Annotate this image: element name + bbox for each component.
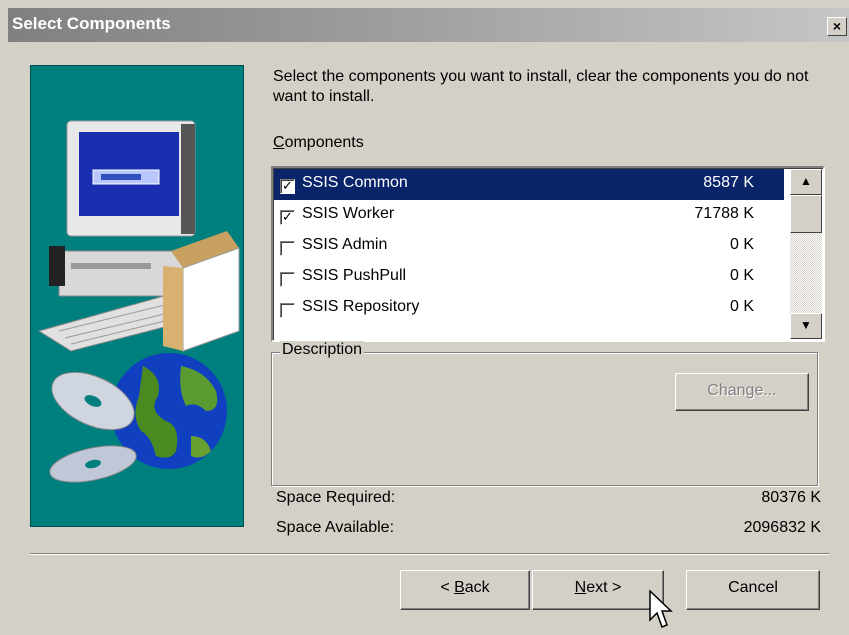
space-available-row: Space Available: 2096832 K xyxy=(276,519,821,537)
components-scrollbar[interactable]: ▲ ▼ xyxy=(790,169,822,339)
mouse-pointer-icon xyxy=(649,590,673,628)
change-button[interactable]: Change... xyxy=(675,373,809,411)
cancel-button[interactable]: Cancel xyxy=(686,570,820,610)
component-checkbox[interactable] xyxy=(280,272,295,287)
component-row[interactable]: SSIS Admin 0 K xyxy=(274,231,784,262)
dialog-title: Select Components xyxy=(12,14,171,33)
space-available-label: Space Available: xyxy=(276,519,395,536)
next-button[interactable]: Next > xyxy=(532,570,664,610)
description-legend: Description xyxy=(280,341,365,359)
close-button[interactable]: × xyxy=(827,17,847,36)
component-size: 0 K xyxy=(729,267,754,284)
separator-line xyxy=(30,553,829,555)
back-button[interactable]: < Back xyxy=(400,570,530,610)
component-size: 8587 K xyxy=(703,174,754,191)
component-row[interactable]: ✓ SSIS Worker 71788 K xyxy=(274,200,784,231)
component-checkbox[interactable] xyxy=(280,241,295,256)
setup-illustration xyxy=(30,65,244,527)
space-required-value: 80376 K xyxy=(761,489,821,506)
component-name: SSIS Common xyxy=(302,174,408,191)
component-row[interactable]: SSIS Repository 0 K xyxy=(274,293,784,324)
space-required-row: Space Required: 80376 K xyxy=(276,489,821,507)
component-size: 0 K xyxy=(729,236,754,253)
component-row[interactable]: SSIS PushPull 0 K xyxy=(274,262,784,293)
component-checkbox[interactable]: ✓ xyxy=(280,179,295,194)
components-label: Components xyxy=(273,134,364,151)
component-row[interactable]: ✓ SSIS Common 8587 K xyxy=(274,169,784,200)
component-size: 71788 K xyxy=(694,205,754,222)
component-name: SSIS Repository xyxy=(302,298,420,315)
component-size: 0 K xyxy=(729,298,754,315)
components-listbox[interactable]: ✓ SSIS Common 8587 K ✓ SSIS Worker 71788 K SSI… xyxy=(271,166,825,342)
close-icon: × xyxy=(832,18,842,34)
title-bar: Select Components × xyxy=(8,8,849,42)
space-available-value: 2096832 K xyxy=(743,519,821,536)
computer-globe-illustration xyxy=(37,120,240,483)
component-name: SSIS Admin xyxy=(302,236,388,253)
component-checkbox[interactable]: ✓ xyxy=(280,210,295,225)
component-name: SSIS PushPull xyxy=(302,267,407,284)
arrow-down-icon: ▼ xyxy=(800,318,812,332)
scroll-thumb[interactable] xyxy=(790,195,822,233)
scroll-down-button[interactable]: ▼ xyxy=(790,313,822,339)
component-name: SSIS Worker xyxy=(302,205,395,222)
scroll-up-button[interactable]: ▲ xyxy=(790,169,822,195)
arrow-up-icon: ▲ xyxy=(800,174,812,188)
component-checkbox[interactable] xyxy=(280,303,295,318)
space-required-label: Space Required: xyxy=(276,489,396,506)
intro-text: Select the components you want to instal… xyxy=(273,68,809,105)
